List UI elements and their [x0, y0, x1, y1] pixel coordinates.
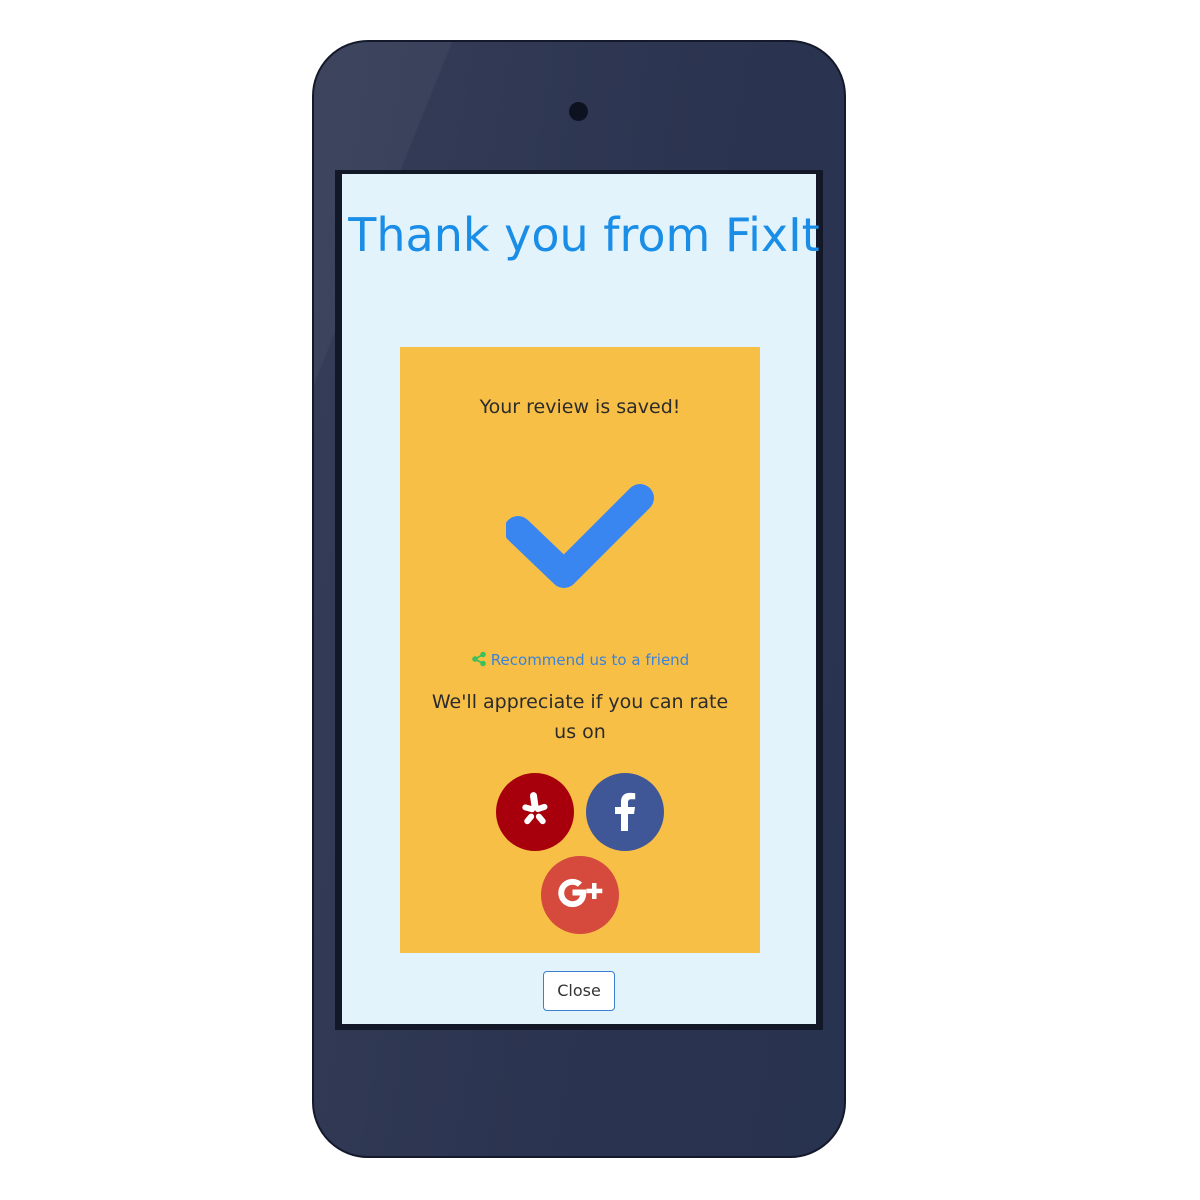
recommend-link[interactable]: Recommend us to a friend [400, 649, 760, 671]
review-saved-message: Your review is saved! [479, 396, 681, 418]
recommend-link-label: Recommend us to a friend [490, 651, 690, 669]
modal-title: Thank you from FixIt [348, 208, 820, 262]
yelp-button[interactable] [496, 773, 574, 851]
facebook-icon [615, 792, 636, 831]
share-icon [471, 651, 486, 667]
review-card: Your review is saved! Recommend us to a … [400, 347, 760, 953]
close-button[interactable]: Close [543, 971, 615, 1011]
google-plus-icon [558, 878, 603, 908]
facebook-button[interactable] [586, 773, 664, 851]
checkmark-icon [506, 484, 654, 588]
front-camera [569, 102, 588, 121]
yelp-icon [522, 792, 548, 825]
google-plus-button[interactable] [541, 856, 619, 934]
rate-us-prompt: We'll appreciate if you can rate us on [431, 691, 729, 743]
